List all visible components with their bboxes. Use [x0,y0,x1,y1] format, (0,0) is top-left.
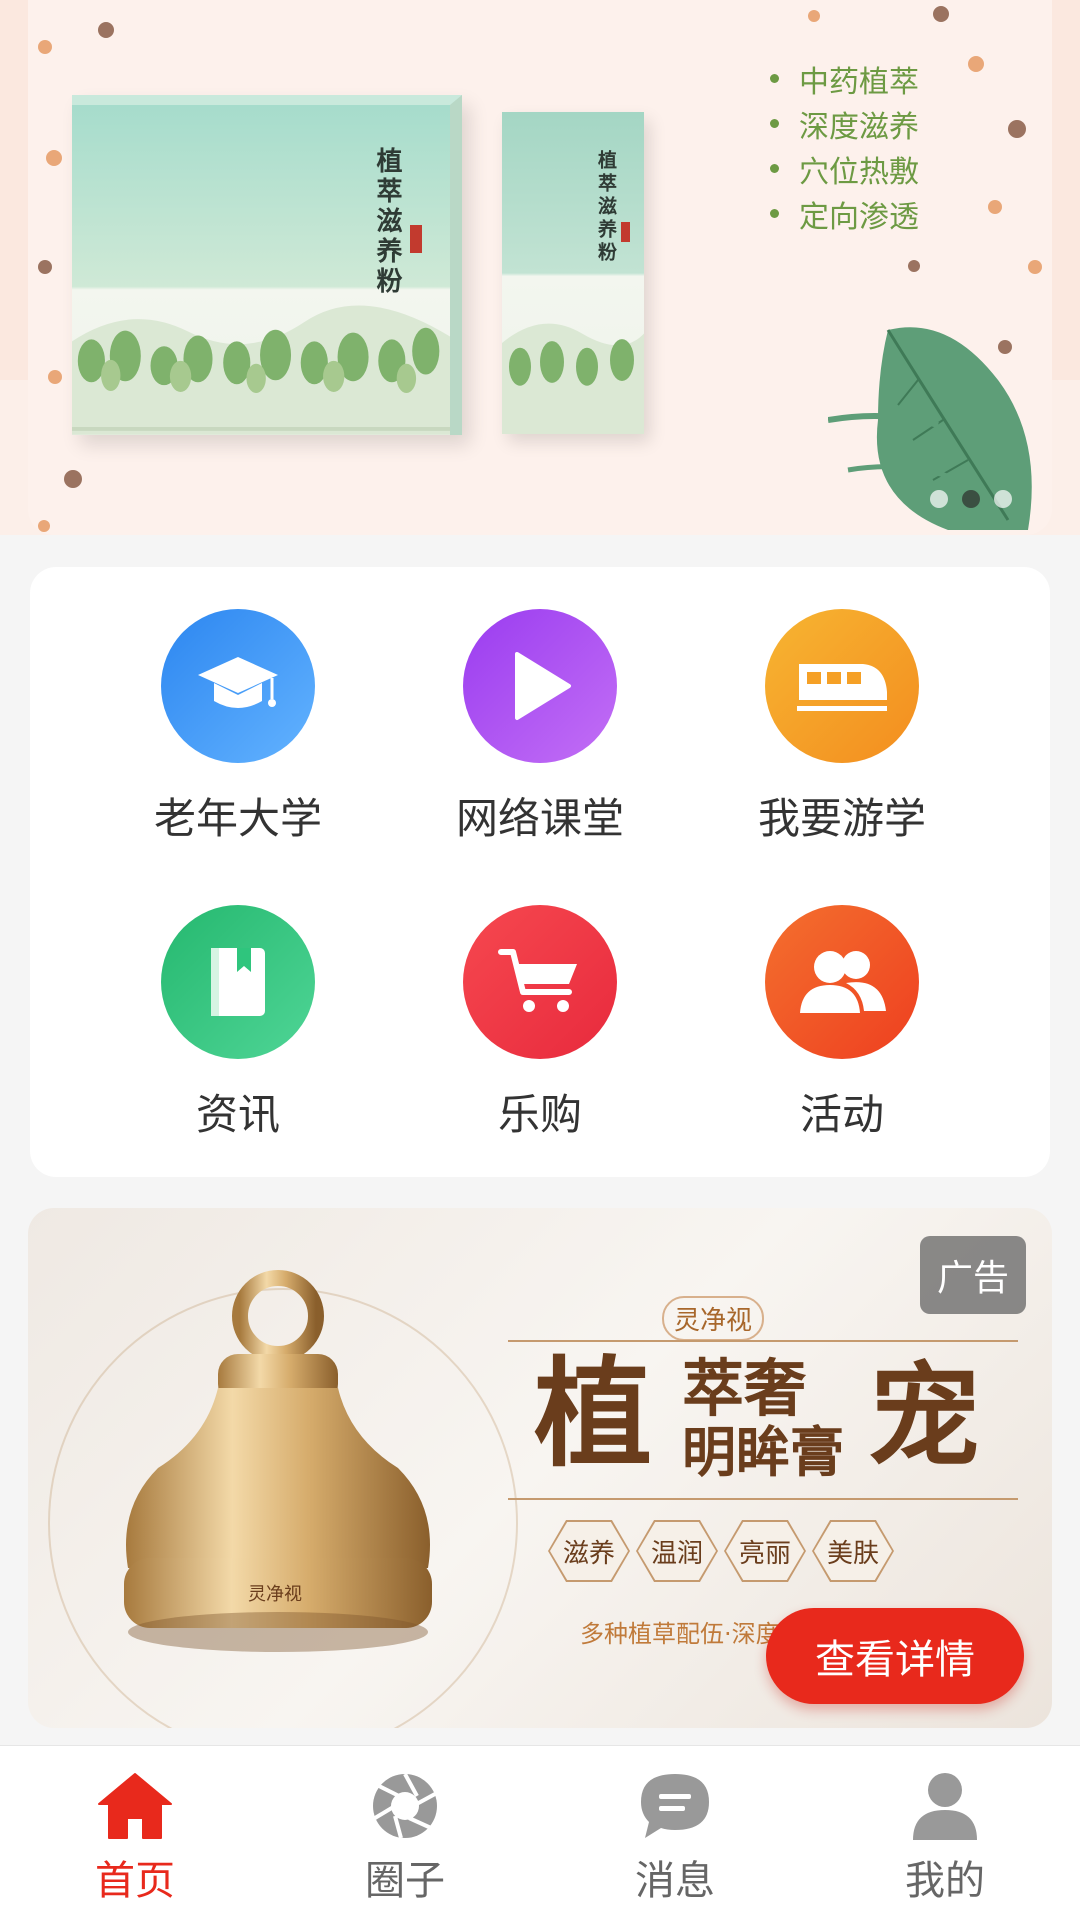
decor-dot [46,150,62,166]
grid-item-news[interactable]: 资讯 [98,905,378,1142]
feature-item: 定向渗透 [770,191,919,236]
grid-item-label: 老年大学 [153,794,322,843]
grid-item-label: 乐购 [497,1090,582,1139]
grid-item-online-classroom[interactable]: 网络课堂 [400,609,680,846]
product-seal [410,225,422,253]
feature-item: 中药植萃 [770,56,919,101]
product-seal [621,222,630,242]
decor-dot [933,6,949,22]
product-pouch-title: 植萃滋养粉 [595,150,617,265]
tab-profile[interactable]: 我的 [810,1746,1080,1920]
feature-item: 穴位热敷 [770,146,919,191]
train-icon [765,609,919,763]
product-label: 灵净视 [248,1584,302,1605]
headline-text: 植 [534,1344,653,1483]
feature-tag: 亮丽 [724,1520,806,1582]
tab-home[interactable]: 首页 [0,1746,270,1920]
decor-dot [64,470,82,488]
grid-item-label: 活动 [799,1090,884,1139]
feature-list: 中药植萃 深度滋养 穴位热敷 定向渗透 [770,56,919,236]
aperture-icon [373,1773,437,1839]
carousel-dot-active[interactable] [962,490,980,508]
view-details-button[interactable]: 查看详情 [766,1608,1024,1704]
feature-tag: 美肤 [812,1520,894,1582]
tab-label: 消息 [635,1858,715,1904]
book-icon [161,905,315,1059]
ad-subtitle: 多种植草配伍·深度 [580,1620,780,1648]
trees-illustration [72,305,450,435]
headline-text: 宠 [868,1351,980,1482]
decor-dot [1008,120,1026,138]
shopping-cart-icon [463,905,617,1059]
carousel-dot[interactable] [930,490,948,508]
product-box-image: 植萃滋养粉 [72,95,462,435]
feature-tag: 温润 [636,1520,718,1582]
grid-item-study-tour[interactable]: 我要游学 [702,609,982,846]
graduation-cap-icon [161,609,315,763]
grid-item-senior-university[interactable]: 老年大学 [98,609,378,846]
decor-dot [968,56,984,72]
decor-dot [98,22,114,38]
tab-label: 圈子 [365,1858,445,1904]
tab-label: 我的 [905,1858,985,1904]
ad-badge: 广告 [920,1236,1026,1314]
grid-item-shopping[interactable]: 乐购 [400,905,680,1142]
decor-dot [908,260,920,272]
top-banner-carousel[interactable]: 植萃滋养粉 植萃滋养粉 中药植萃 深度滋养 穴位热敷 定向渗透 [0,0,1080,535]
bottom-tab-bar: 首页 圈子 消息 我的 [0,1745,1080,1920]
play-icon [463,609,617,763]
tab-messages[interactable]: 消息 [540,1746,810,1920]
feature-tag: 滋养 [548,1520,630,1582]
decor-dot [808,10,820,22]
headline-text: 明眸膏 [682,1420,844,1484]
product-jar-image: 灵净视 [124,1270,432,1652]
decor-dot [38,520,50,532]
product-box-title: 植萃滋养粉 [372,147,402,297]
decor-dot [38,260,52,274]
banner-card: 植萃滋养粉 植萃滋养粉 中药植萃 深度滋养 穴位热敷 定向渗透 [28,0,1052,535]
users-icon [765,905,919,1059]
grid-item-activities[interactable]: 活动 [702,905,982,1142]
feature-grid: 老年大学 网络课堂 我要游学 资讯 乐购 活动 [30,567,1050,1177]
message-icon [641,1774,709,1838]
decor-dot [48,370,62,384]
user-icon [913,1773,977,1840]
ad-banner[interactable]: 灵净视 灵净视 植 萃奢 明眸膏 宠 滋养 温润 亮丽 美肤 多种植草配伍·深度… [28,1208,1052,1728]
decor-dot [988,200,1002,214]
grid-item-label: 网络课堂 [455,794,624,843]
product-pouch-image: 植萃滋养粉 [502,112,644,434]
trees-illustration [502,323,644,434]
decor-dot [38,40,52,54]
home-icon [98,1773,172,1839]
brand-logo: 灵净视 [662,1296,765,1341]
feature-item: 深度滋养 [770,101,919,146]
decor-dot [1028,260,1042,274]
tab-label: 首页 [95,1858,175,1904]
grid-item-label: 我要游学 [757,794,926,843]
feature-tags: 滋养 温润 亮丽 美肤 [548,1520,894,1582]
carousel-indicators [930,490,1012,508]
tab-circle[interactable]: 圈子 [270,1746,540,1920]
carousel-dot[interactable] [994,490,1012,508]
grid-item-label: 资讯 [195,1090,280,1139]
